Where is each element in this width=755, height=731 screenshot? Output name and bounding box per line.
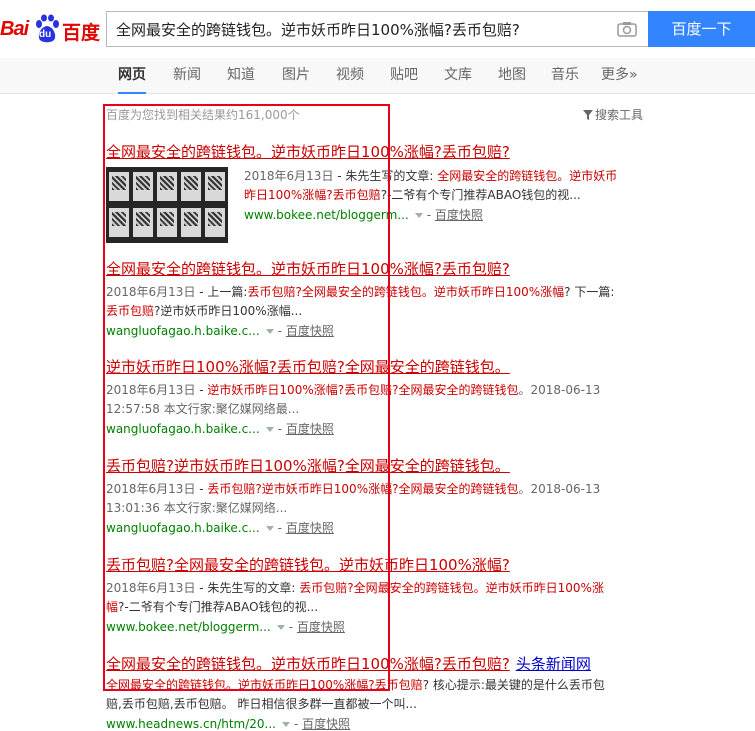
search-box [106,11,648,47]
result-url: www.bokee.net/bloggerm... - 百度快照 [106,620,345,634]
logo-text-zh: 百度 [62,23,101,44]
result-thumbnail[interactable] [106,167,228,243]
result-url: www.headnews.cn/htm/20... - 百度快照 [106,717,351,731]
logo-text-du: du [39,29,52,40]
result-abstract: 2018年6月13日 - 朱先生写的文章: 全网最安全的跨链钱包。逆市妖币 昨日… [244,169,618,202]
result-item: 全网最安全的跨链钱包。逆市妖币昨日100%涨幅?丢币包赔? 头条新闻网 全网最安全… [106,655,646,731]
result-abstract: 2018年6月13日 - 朱先生写的文章: 丢币包赔?全网最安全的跨链钱包。逆市… [106,581,604,614]
top-bar: Bai du 百度 百度一下 [0,0,755,58]
result-title[interactable]: 丢币包赔?逆市妖币昨日100%涨幅?全网最安全的跨链钱包。 [106,457,646,475]
dropdown-arrow-icon[interactable] [414,212,423,218]
result-item: 丢币包赔?逆市妖币昨日100%涨幅?全网最安全的跨链钱包。 2018年6月13日… [106,457,646,538]
camera-icon[interactable] [617,21,637,37]
result-title[interactable]: 逆市妖币昨日100%涨幅?丢币包赔?全网最安全的跨链钱包。 [106,358,646,376]
funnel-icon [583,110,593,120]
snapshot-link[interactable]: 百度快照 [435,208,483,222]
result-title[interactable]: 全网最安全的跨链钱包。逆市妖币昨日100%涨幅?丢币包赔? [106,143,646,161]
search-tools-label: 搜索工具 [595,108,644,122]
dropdown-arrow-icon[interactable] [265,426,274,432]
tab-news[interactable]: 新闻 [173,58,201,94]
tab-more[interactable]: 更多» [601,58,638,94]
tab-music[interactable]: 音乐 [551,58,579,94]
result-url: wangluofagao.h.baike.c... - 百度快照 [106,521,334,535]
result-url: wangluofagao.h.baike.c... - 百度快照 [106,324,334,338]
result-item: 全网最安全的跨链钱包。逆市妖币昨日100%涨幅?丢币包赔? 2018年6月13日… [106,260,646,341]
nav-bar: 网页 新闻 知道 图片 视频 贴吧 文库 地图 音乐 更多» [0,58,755,94]
tab-web[interactable]: 网页 [118,58,146,94]
snapshot-link[interactable]: 百度快照 [297,620,345,634]
result-title[interactable]: 丢币包赔?全网最安全的跨链钱包。逆市妖币昨日100%涨幅? [106,556,646,574]
dropdown-arrow-icon[interactable] [265,525,274,531]
result-count: 百度为您找到相关结果约161,000个 [106,108,300,122]
tab-zhidao[interactable]: 知道 [227,58,255,94]
result-url: www.bokee.net/bloggerm... - 百度快照 [244,208,483,222]
search-tools-button[interactable]: 搜索工具 [583,106,643,123]
result-abstract: 全网最安全的跨链钱包。逆市妖币昨日100%涨幅?丢币包赔? 核心提示:最关键的是… [106,678,605,711]
result-item: 丢币包赔?全网最安全的跨链钱包。逆市妖币昨日100%涨幅? 2018年6月13日… [106,556,646,637]
result-source: 头条新闻网 [515,655,591,673]
dropdown-arrow-icon[interactable] [276,624,285,630]
result-abstract: 2018年6月13日 - 丢币包赔?逆市妖币昨日100%涨幅?全网最安全的跨链钱… [106,482,601,515]
result-abstract: 2018年6月13日 - 上一篇:丢币包赔?全网最安全的跨链钱包。逆市妖币昨日1… [106,285,615,318]
dropdown-arrow-icon[interactable] [282,721,290,727]
result-title[interactable]: 全网最安全的跨链钱包。逆市妖币昨日100%涨幅?丢币包赔? [106,260,646,278]
logo-text-bai: Bai [0,18,29,40]
baidu-logo[interactable]: Bai du 百度 [0,12,100,48]
search-button[interactable]: 百度一下 [648,11,755,47]
tab-video[interactable]: 视频 [336,58,364,94]
result-item: 逆市妖币昨日100%涨幅?丢币包赔?全网最安全的跨链钱包。 2018年6月13日… [106,358,646,439]
snapshot-link[interactable]: 百度快照 [286,422,334,436]
dropdown-arrow-icon[interactable] [265,328,274,334]
search-input[interactable] [107,12,607,46]
tab-map[interactable]: 地图 [498,58,526,94]
result-title[interactable]: 全网最安全的跨链钱包。逆市妖币昨日100%涨幅?丢币包赔? 头条新闻网 [106,655,646,673]
result-item: 全网最安全的跨链钱包。逆市妖币昨日100%涨幅?丢币包赔? 2018年6月13日… [106,143,646,243]
tab-images[interactable]: 图片 [282,58,310,94]
snapshot-link[interactable]: 百度快照 [286,324,334,338]
result-url: wangluofagao.h.baike.c... - 百度快照 [106,422,334,436]
snapshot-link[interactable]: 百度快照 [286,521,334,535]
tab-tieba[interactable]: 贴吧 [390,58,418,94]
result-abstract: 2018年6月13日 - 逆市妖币昨日100%涨幅?丢币包赔?全网最安全的跨链钱… [106,383,601,416]
tab-wenku[interactable]: 文库 [444,58,472,94]
snapshot-link[interactable]: 百度快照 [302,717,350,731]
